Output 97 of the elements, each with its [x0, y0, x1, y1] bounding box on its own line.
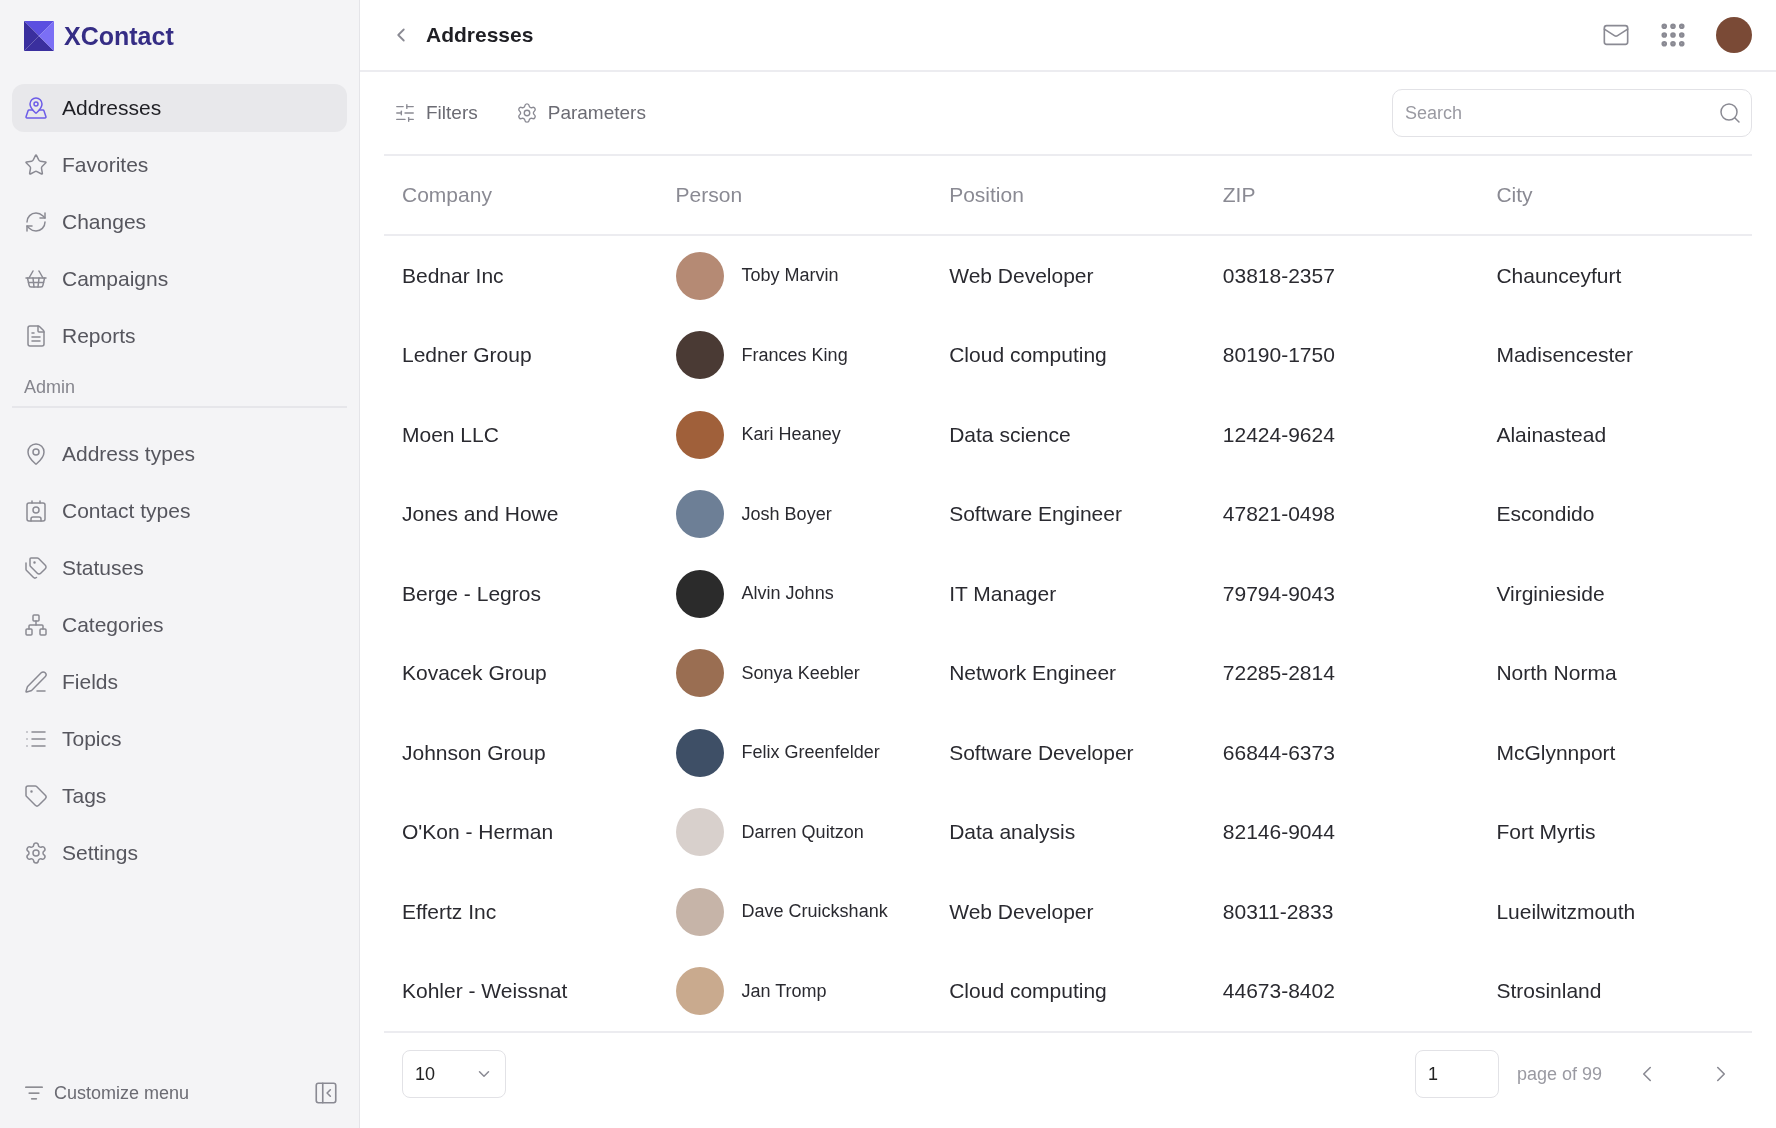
- person-name: Kari Heaney: [741, 424, 841, 446]
- person-name: Felix Greenfelder: [741, 742, 880, 764]
- person-name: Toby Marvin: [741, 265, 839, 287]
- page-size-select[interactable]: 10: [402, 1050, 506, 1098]
- toolbar-button[interactable]: Parameters: [515, 102, 646, 124]
- table-cell-text: 47821-0498: [1221, 502, 1336, 527]
- table-cell-text: Kovacek Group: [401, 661, 548, 686]
- star-icon: [24, 153, 48, 177]
- logo-icon: [24, 21, 54, 51]
- table-cell-text: Data science: [948, 422, 1072, 447]
- settings-icon: [24, 841, 48, 865]
- table-cell-text: Web Developer: [948, 899, 1095, 924]
- nav-item[interactable]: Address types: [12, 430, 347, 478]
- table-cell-text: Madisencester: [1495, 343, 1634, 368]
- table-cell-text: Cloud computing: [948, 979, 1108, 1004]
- table-cell-text: Cloud computing: [948, 343, 1108, 368]
- apps-grid-icon[interactable]: [1658, 20, 1688, 50]
- person-name: Frances King: [741, 344, 848, 366]
- table-cell-text: Alainastead: [1495, 422, 1608, 447]
- page-title: Addresses: [426, 23, 535, 47]
- settings-icon: [515, 102, 538, 124]
- pen-icon: [24, 670, 48, 694]
- table-cell-text: McGlynnport: [1495, 740, 1617, 765]
- table-cell-text: North Norma: [1495, 661, 1618, 686]
- table-cell-text: Strosinland: [1495, 979, 1603, 1004]
- table-cell-text: O'Kon - Herman: [401, 820, 555, 845]
- table-cell-text: 03818-2357: [1221, 263, 1336, 288]
- customize-menu-button[interactable]: Customize menu: [24, 1082, 190, 1104]
- refresh-icon: [24, 210, 48, 234]
- contact-card-icon: [24, 499, 48, 523]
- tag-icon: [24, 784, 48, 808]
- table-cell-text: Chaunceyfurt: [1495, 263, 1623, 288]
- pin-icon: [24, 442, 48, 466]
- table-cell-text: Bednar Inc: [401, 263, 505, 288]
- table-cell-text: Software Engineer: [948, 502, 1123, 527]
- nav-item[interactable]: Settings: [12, 829, 347, 877]
- page-label: page of 99: [1516, 1063, 1602, 1085]
- person-name: Dave Cruickshank: [741, 901, 888, 923]
- table-cell-text: Software Developer: [948, 740, 1135, 765]
- hierarchy-icon: [24, 613, 48, 637]
- nav-item[interactable]: Reports: [12, 312, 347, 360]
- nav-item[interactable]: Categories: [12, 601, 347, 649]
- document-icon: [24, 324, 48, 348]
- table-cell-text: Data analysis: [948, 820, 1077, 845]
- table-cell-text: Ledner Group: [401, 343, 533, 368]
- column-header[interactable]: ZIP: [1204, 183, 1479, 207]
- column-header[interactable]: Person: [657, 183, 932, 207]
- table-cell-text: Web Developer: [948, 263, 1095, 288]
- nav-item[interactable]: Topics: [12, 715, 347, 763]
- column-header[interactable]: Company: [384, 183, 658, 207]
- nav-item[interactable]: Tags: [12, 772, 347, 820]
- table-cell-text: Lueilwitzmouth: [1495, 899, 1637, 924]
- table-cell-text: Moen LLC: [401, 422, 500, 447]
- nav-item[interactable]: Fields: [12, 658, 347, 706]
- table-cell-text: 80190-1750: [1221, 343, 1336, 368]
- person-name: Jan Tromp: [741, 980, 827, 1002]
- toolbar-button[interactable]: Filters: [394, 102, 478, 124]
- table-cell-text: IT Manager: [948, 581, 1058, 606]
- collapse-sidebar-icon[interactable]: [313, 1080, 339, 1106]
- person-name: Josh Boyer: [741, 503, 832, 525]
- table-cell-text: Network Engineer: [948, 661, 1118, 686]
- nav-item[interactable]: Statuses: [12, 544, 347, 592]
- nav-item[interactable]: Campaigns: [12, 255, 347, 303]
- table-cell-text: 79794-9043: [1221, 581, 1336, 606]
- page-input[interactable]: 1: [1414, 1050, 1499, 1098]
- table-cell-text: 82146-9044: [1221, 820, 1336, 845]
- nav-item[interactable]: Changes: [12, 198, 347, 246]
- nav-item[interactable]: Favorites: [12, 141, 347, 189]
- table-cell-text: Kohler - Weissnat: [401, 979, 569, 1004]
- table-cell-text: Fort Myrtis: [1495, 820, 1597, 845]
- table-cell-text: Johnson Group: [401, 740, 547, 765]
- search-icon[interactable]: [1718, 101, 1742, 125]
- table-cell-text: Jones and Howe: [401, 502, 560, 527]
- person-name: Alvin Johns: [741, 583, 834, 605]
- table-cell-text: 66844-6373: [1221, 740, 1336, 765]
- table-cell-text: Berge - Legros: [401, 581, 542, 606]
- nav-item[interactable]: Addresses: [12, 84, 347, 132]
- tags-icon: [24, 556, 48, 580]
- search-field[interactable]: Search: [1392, 89, 1752, 137]
- table-cell-text: Effertz Inc: [401, 899, 498, 924]
- table-cell-text: 44673-8402: [1221, 979, 1336, 1004]
- brand-name: XContact: [64, 21, 174, 51]
- person-name: Sonya Keebler: [741, 662, 860, 684]
- sliders-icon: [394, 102, 416, 124]
- column-header[interactable]: City: [1478, 183, 1752, 207]
- map-pin-icon: [24, 96, 48, 120]
- table-cell-text: 12424-9624: [1221, 422, 1336, 447]
- column-header[interactable]: Position: [931, 183, 1205, 207]
- nav-item[interactable]: Contact types: [12, 487, 347, 535]
- table-cell-text: Escondido: [1495, 502, 1596, 527]
- table-cell-text: 80311-2833: [1221, 899, 1335, 924]
- section-title: Admin: [12, 369, 347, 408]
- basket-icon: [24, 267, 48, 291]
- table-cell-text: 72285-2814: [1221, 661, 1336, 686]
- person-name: Darren Quitzon: [741, 821, 864, 843]
- table-cell-text: Virginieside: [1495, 581, 1606, 606]
- user-avatar[interactable]: [1716, 17, 1752, 53]
